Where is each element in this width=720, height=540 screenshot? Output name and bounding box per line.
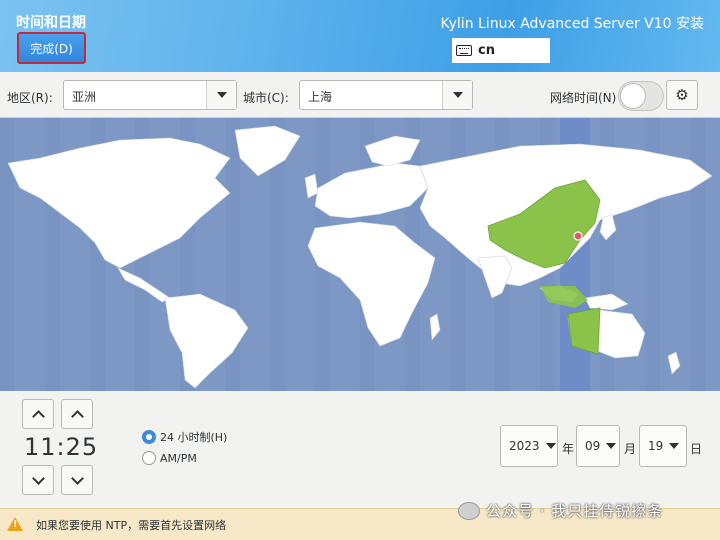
- hour-down-button[interactable]: [22, 465, 54, 495]
- chevron-down-icon: [606, 443, 617, 449]
- watermark: 公众号 · 我只挂侍锐擦条: [458, 500, 663, 521]
- city-value: 上海: [308, 90, 333, 104]
- ntp-settings-button[interactable]: ⚙: [666, 80, 698, 110]
- city-marker-pin: [573, 231, 583, 241]
- done-button[interactable]: 完成(D): [17, 32, 86, 64]
- chevron-down-icon[interactable]: [442, 81, 472, 109]
- time-display: 11:25: [24, 433, 99, 461]
- chevron-down-icon: [545, 443, 556, 449]
- wechat-icon: [458, 501, 480, 520]
- day-unit: 日: [690, 442, 703, 456]
- hour-up-button[interactable]: [22, 399, 54, 429]
- keyboard-icon: [456, 45, 472, 56]
- gear-icon: ⚙: [675, 86, 689, 104]
- city-select[interactable]: 上海: [299, 80, 473, 110]
- region-select[interactable]: 亚洲: [63, 80, 237, 110]
- month-value: 09: [585, 439, 601, 453]
- chevron-up-icon: [31, 409, 45, 423]
- chevron-down-icon: [31, 471, 45, 485]
- warning-icon: [7, 517, 23, 531]
- radio-selected[interactable]: [142, 430, 156, 444]
- day-select[interactable]: 19: [639, 425, 687, 467]
- format-ampm-label: AM/PM: [160, 451, 197, 465]
- chevron-up-icon: [70, 409, 84, 423]
- timezone-map[interactable]: [0, 118, 720, 391]
- keyboard-layout-indicator[interactable]: cn: [452, 38, 550, 63]
- year-value: 2023: [509, 439, 540, 453]
- year-unit: 年: [562, 442, 575, 456]
- warning-text: 如果您要使用 NTP，需要首先设置网络: [36, 519, 227, 532]
- page-title: 时间和日期: [16, 15, 86, 31]
- switch-knob: [620, 83, 646, 109]
- product-name: Kylin Linux Advanced Server V10 安装: [440, 16, 704, 32]
- network-time-switch[interactable]: [618, 81, 664, 111]
- keyboard-layout-label: cn: [478, 43, 495, 58]
- time-date-screen: 时间和日期 完成(D) Kylin Linux Advanced Server …: [0, 0, 720, 540]
- format-24h-option[interactable]: 24 小时制(H): [142, 429, 227, 445]
- month-unit: 月: [624, 442, 637, 456]
- region-value: 亚洲: [72, 90, 97, 104]
- format-ampm-option[interactable]: AM/PM: [142, 451, 197, 465]
- chevron-down-icon: [669, 443, 680, 449]
- day-value: 19: [648, 439, 664, 453]
- timezone-toolbar: 地区(R): 亚洲 城市(C): 上海 网络时间(N): [0, 72, 720, 118]
- minute-up-button[interactable]: [61, 399, 93, 429]
- city-label: 城市(C):: [243, 91, 289, 105]
- month-select[interactable]: 09: [576, 425, 620, 467]
- format-24h-label: 24 小时制(H): [160, 431, 228, 444]
- chevron-down-icon: [70, 471, 84, 485]
- minute-down-button[interactable]: [61, 465, 93, 495]
- region-label: 地区(R):: [7, 91, 53, 105]
- radio-unselected[interactable]: [142, 451, 156, 465]
- watermark-text: 公众号 · 我只挂侍锐擦条: [486, 502, 664, 520]
- year-select[interactable]: 2023: [500, 425, 558, 467]
- header-bar: 时间和日期 完成(D) Kylin Linux Advanced Server …: [0, 0, 720, 72]
- world-map-graphic: [0, 118, 713, 391]
- network-time-label: 网络时间(N): [550, 91, 617, 105]
- chevron-down-icon[interactable]: [206, 81, 236, 109]
